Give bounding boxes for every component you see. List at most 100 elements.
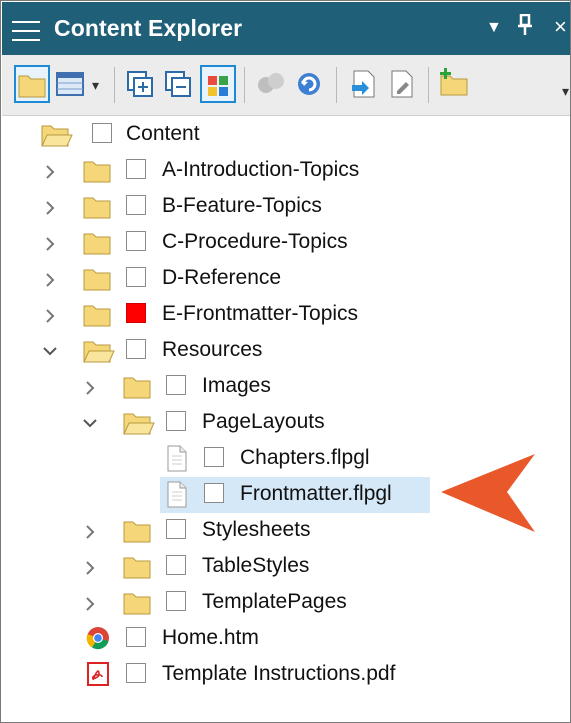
- pin-icon[interactable]: [518, 13, 532, 42]
- menu-icon[interactable]: [12, 21, 40, 41]
- toolbar: ▾ ▾: [2, 55, 570, 116]
- title-bar: Content Explorer ▼ ×: [2, 2, 570, 55]
- tree-item-label: Chapters.flpgl: [240, 446, 370, 469]
- tree-item-label: B-Feature-Topics: [162, 194, 322, 217]
- checkbox[interactable]: [126, 231, 146, 251]
- tree-item-label: TableStyles: [202, 554, 310, 577]
- tree-item-label: C-Procedure-Topics: [162, 230, 348, 253]
- chevron-right-icon[interactable]: [42, 261, 58, 297]
- toolbar-separator: [428, 67, 429, 103]
- checkbox[interactable]: [126, 267, 146, 287]
- callout-arrow-icon: [441, 454, 535, 532]
- chevron-down-icon[interactable]: ▾: [92, 77, 102, 93]
- chevron-right-icon[interactable]: [82, 549, 98, 585]
- table-view-icon[interactable]: [54, 65, 90, 103]
- tree-item-folder[interactable]: TemplatePages: [82, 585, 442, 621]
- toolbar-separator: [244, 67, 245, 103]
- toolbar-separator: [336, 67, 337, 103]
- status-flag-checkbox[interactable]: [126, 303, 146, 323]
- tree-item-label: PageLayouts: [202, 410, 325, 433]
- chrome-icon: [86, 627, 109, 650]
- tree-item-label: Frontmatter.flpgl: [240, 482, 392, 505]
- checkbox[interactable]: [166, 375, 186, 395]
- bind-icon[interactable]: [254, 65, 290, 103]
- properties-icon[interactable]: [384, 65, 420, 103]
- collapse-all-icon[interactable]: [162, 65, 198, 103]
- tree-item-folder[interactable]: Stylesheets: [82, 513, 442, 549]
- tree-item-label: Resources: [162, 338, 263, 361]
- checkbox[interactable]: [166, 591, 186, 611]
- folder-icon: [83, 305, 111, 327]
- tree-item-content[interactable]: Content: [40, 117, 340, 153]
- checkbox[interactable]: [92, 123, 112, 143]
- add-folder-icon[interactable]: [438, 65, 474, 103]
- chevron-right-icon[interactable]: [42, 225, 58, 261]
- tree-item-folder[interactable]: B-Feature-Topics: [42, 189, 442, 225]
- checkbox[interactable]: [126, 627, 146, 647]
- folder-icon: [123, 521, 151, 543]
- tree-item-label: Home.htm: [162, 626, 259, 649]
- tree-item-label: Content: [126, 122, 200, 145]
- chevron-right-icon[interactable]: [42, 189, 58, 225]
- content-tree: Content A-Introduction-Topics B-Feature-…: [2, 117, 570, 717]
- tree-item-pagelayouts[interactable]: PageLayouts: [82, 405, 442, 441]
- page-layout-file-icon: [167, 481, 187, 508]
- tree-item-folder[interactable]: TableStyles: [82, 549, 442, 585]
- tree-item-label: A-Introduction-Topics: [162, 158, 360, 181]
- chevron-right-icon[interactable]: [82, 513, 98, 549]
- color-grid-icon[interactable]: [200, 65, 236, 103]
- tree-item-folder[interactable]: E-Frontmatter-Topics: [42, 297, 442, 333]
- tree-item-folder[interactable]: D-Reference: [42, 261, 442, 297]
- folder-icon: [83, 233, 111, 255]
- dropdown-icon[interactable]: ▼: [486, 19, 502, 37]
- checkbox[interactable]: [126, 339, 146, 359]
- tree-item-label: TemplatePages: [202, 590, 347, 613]
- panel-title: Content Explorer: [54, 15, 243, 41]
- refresh-icon[interactable]: [292, 65, 328, 103]
- tree-item-file-selected[interactable]: Frontmatter.flpgl: [160, 477, 430, 513]
- tree-item-folder[interactable]: Images: [82, 369, 442, 405]
- checkbox[interactable]: [126, 159, 146, 179]
- tree-item-label: E-Frontmatter-Topics: [162, 302, 359, 325]
- chevron-right-icon[interactable]: [82, 585, 98, 621]
- expand-all-icon[interactable]: [124, 65, 160, 103]
- toolbar-overflow-icon[interactable]: ▾: [562, 83, 571, 99]
- folder-icon: [123, 557, 151, 579]
- folder-open-icon: [83, 341, 115, 363]
- close-icon[interactable]: ×: [554, 14, 567, 40]
- checkbox[interactable]: [126, 663, 146, 683]
- page-layout-file-icon: [167, 445, 187, 472]
- tree-item-label: Template Instructions.pdf: [162, 662, 396, 685]
- tree-item-file[interactable]: Chapters.flpgl: [160, 441, 430, 477]
- import-icon[interactable]: [346, 65, 382, 103]
- folder-icon: [83, 197, 111, 219]
- folder-icon: [83, 269, 111, 291]
- folder-open-icon: [123, 413, 155, 435]
- tree-item-label: D-Reference: [162, 266, 282, 289]
- chevron-right-icon[interactable]: [42, 297, 58, 333]
- tree-item-folder[interactable]: C-Procedure-Topics: [42, 225, 442, 261]
- folder-icon: [123, 593, 151, 615]
- tree-item-folder[interactable]: A-Introduction-Topics: [42, 153, 442, 189]
- chevron-down-icon[interactable]: [82, 405, 98, 441]
- tree-item-label: Images: [202, 374, 271, 397]
- checkbox[interactable]: [166, 411, 186, 431]
- checkbox[interactable]: [166, 555, 186, 575]
- tree-item-resources[interactable]: Resources: [42, 333, 442, 369]
- folder-icon: [83, 161, 111, 183]
- open-folder-icon[interactable]: [14, 65, 50, 103]
- tree-item-file[interactable]: Template Instructions.pdf: [82, 657, 462, 693]
- tree-item-file[interactable]: Home.htm: [82, 621, 442, 657]
- content-explorer-panel: Content Explorer ▼ × ▾ ▾ Content A-Intro…: [0, 0, 571, 723]
- checkbox[interactable]: [126, 195, 146, 215]
- checkbox[interactable]: [166, 519, 186, 539]
- chevron-down-icon[interactable]: [42, 333, 58, 369]
- folder-open-icon: [41, 125, 73, 147]
- checkbox[interactable]: [204, 483, 224, 503]
- folder-icon: [123, 377, 151, 399]
- pdf-icon: [87, 662, 109, 686]
- chevron-right-icon[interactable]: [42, 153, 58, 189]
- checkbox[interactable]: [204, 447, 224, 467]
- tree-item-label: Stylesheets: [202, 518, 311, 541]
- chevron-right-icon[interactable]: [82, 369, 98, 405]
